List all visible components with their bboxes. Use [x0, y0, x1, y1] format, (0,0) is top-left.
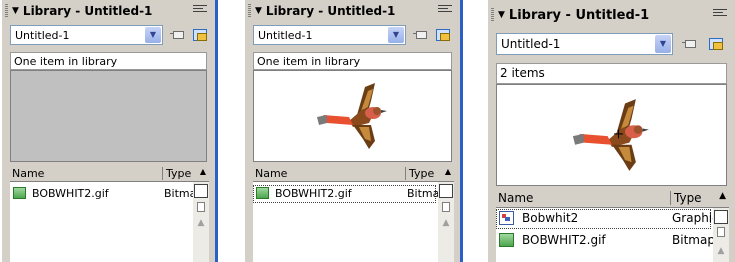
list-item[interactable]: BOBWHIT2.gif Bitmap: [253, 185, 446, 203]
library-panel-1: ▼ Library - Untitled-1 Untitled-1 ▼ One …: [2, 0, 215, 262]
options-menu-icon[interactable]: [713, 9, 727, 21]
bird-preview-image: [572, 99, 649, 171]
column-type-header[interactable]: Type: [670, 191, 702, 205]
narrow-state-button[interactable]: [197, 202, 205, 212]
triangle-down-icon[interactable]: ▼: [498, 10, 505, 20]
panel-title: Library - Untitled-1: [265, 4, 396, 18]
item-count-status: 2 items: [496, 63, 727, 84]
bitmap-icon: [13, 187, 26, 199]
panel-titlebar[interactable]: ▼ Library - Untitled-1: [245, 0, 460, 22]
scroll-up-icon[interactable]: ▲: [714, 246, 728, 256]
sort-toggle-icon[interactable]: ▲: [445, 167, 451, 176]
symbol-preview-area: [253, 70, 452, 162]
chevron-down-icon[interactable]: ▼: [655, 35, 671, 53]
library-panel-2: ▼ Library - Untitled-1 Untitled-1 ▼ One …: [245, 0, 460, 262]
document-select[interactable]: Untitled-1 ▼: [253, 25, 406, 45]
document-select[interactable]: Untitled-1 ▼: [496, 33, 673, 55]
pin-library-icon[interactable]: [413, 27, 429, 43]
panel-titlebar[interactable]: ▼ Library - Untitled-1: [2, 0, 215, 22]
list-item[interactable]: BOBWHIT2.gif Bitmap: [496, 231, 715, 251]
bitmap-icon: [256, 187, 269, 199]
sort-toggle-icon[interactable]: ▲: [200, 167, 206, 176]
scroll-up-icon[interactable]: ▲: [194, 218, 208, 228]
column-header: Name Type ▲: [496, 190, 729, 208]
wide-state-button[interactable]: [439, 184, 453, 198]
item-count-status: One item in library: [253, 52, 452, 70]
panel-title: Library - Untitled-1: [508, 7, 650, 23]
library-item-list: Bobwhit2 Graphic BOBWHIT2.gif Bitmap ▲: [496, 208, 729, 262]
library-item-list: BOBWHIT2.gif Bitmap ▲: [253, 182, 454, 262]
new-library-panel-icon[interactable]: [708, 36, 724, 52]
chevron-down-icon[interactable]: ▼: [145, 27, 161, 43]
column-name-header[interactable]: Name: [498, 191, 533, 205]
sort-toggle-icon[interactable]: ▲: [719, 191, 726, 201]
document-select-value: Untitled-1: [258, 29, 313, 42]
triangle-down-icon[interactable]: ▼: [255, 6, 262, 16]
item-type: Bitmap: [672, 233, 715, 247]
item-name: BOBWHIT2.gif: [32, 187, 109, 200]
chevron-down-icon[interactable]: ▼: [388, 27, 404, 43]
list-item[interactable]: BOBWHIT2.gif Bitmap: [10, 185, 203, 203]
column-type-header[interactable]: Type: [162, 167, 191, 180]
library-panel-3: ▼ Library - Untitled-1 Untitled-1 ▼ 2 it…: [488, 0, 735, 262]
triangle-down-icon[interactable]: ▼: [12, 6, 19, 16]
narrow-state-button[interactable]: [442, 202, 450, 212]
item-name: Bobwhit2: [522, 211, 579, 225]
column-type-header[interactable]: Type: [405, 167, 434, 180]
item-type: Graphic: [672, 211, 719, 225]
narrow-state-button[interactable]: [717, 227, 725, 237]
item-name: BOBWHIT2.gif: [522, 233, 606, 247]
panel-titlebar[interactable]: ▼ Library - Untitled-1: [488, 0, 735, 30]
column-header: Name Type ▲: [10, 166, 209, 182]
vertical-scrollbar[interactable]: ▲: [713, 208, 729, 262]
panel-edge-1: [215, 0, 218, 262]
grip-icon[interactable]: [5, 4, 8, 18]
symbol-preview-area: [496, 84, 727, 186]
options-menu-icon[interactable]: [193, 5, 207, 17]
library-item-list: BOBWHIT2.gif Bitmap ▲: [10, 182, 209, 262]
grip-icon[interactable]: [248, 4, 251, 18]
bitmap-icon: [499, 233, 514, 247]
pin-library-icon[interactable]: [170, 27, 186, 43]
wide-state-button[interactable]: [194, 184, 208, 198]
document-select-value: Untitled-1: [15, 29, 70, 42]
bird-preview-image: [316, 83, 387, 149]
grip-icon[interactable]: [491, 8, 494, 22]
document-select-value: Untitled-1: [501, 37, 561, 51]
new-library-panel-icon[interactable]: [192, 27, 208, 43]
vertical-scrollbar[interactable]: ▲: [438, 182, 454, 262]
column-header: Name Type ▲: [253, 166, 454, 182]
options-menu-icon[interactable]: [438, 5, 452, 17]
column-name-header[interactable]: Name: [255, 167, 287, 180]
item-count-status: One item in library: [10, 52, 207, 70]
panel-title: Library - Untitled-1: [22, 4, 153, 18]
list-item[interactable]: Bobwhit2 Graphic: [496, 209, 719, 229]
item-name: BOBWHIT2.gif: [275, 187, 352, 200]
vertical-scrollbar[interactable]: ▲: [193, 182, 209, 262]
symbol-preview-area: [10, 70, 207, 162]
graphic-symbol-icon: [499, 211, 514, 225]
panel-edge-2: [460, 0, 463, 262]
pin-library-icon[interactable]: [682, 36, 698, 52]
document-select[interactable]: Untitled-1 ▼: [10, 25, 163, 45]
scroll-up-icon[interactable]: ▲: [439, 218, 453, 228]
wide-state-button[interactable]: [714, 210, 728, 224]
column-name-header[interactable]: Name: [12, 167, 44, 180]
new-library-panel-icon[interactable]: [435, 27, 451, 43]
